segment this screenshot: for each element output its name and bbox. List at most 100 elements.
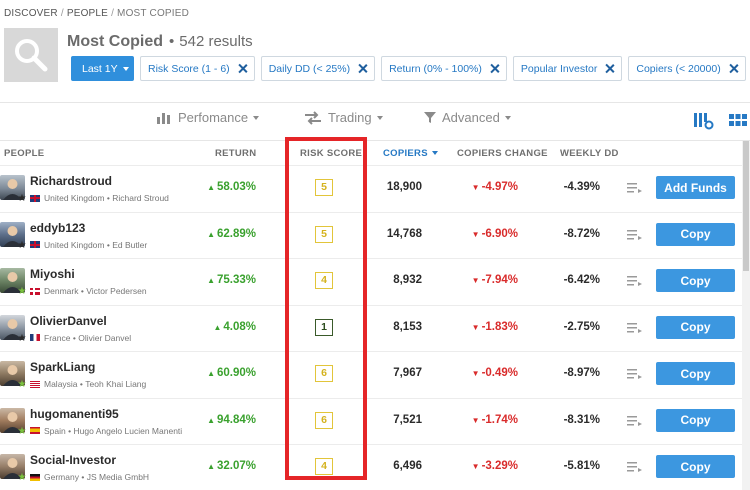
country-flag-icon bbox=[30, 241, 40, 248]
scrollbar[interactable] bbox=[742, 141, 750, 490]
col-return[interactable]: RETURN bbox=[215, 148, 256, 159]
table-row[interactable]: ★ Miyoshi Denmark • Victor Pedersen ▲ 75.… bbox=[0, 258, 742, 305]
close-icon[interactable] bbox=[605, 64, 614, 73]
filter-chip-daily-dd[interactable]: Daily DD (< 25%) bbox=[260, 56, 376, 81]
country: United Kingdom bbox=[44, 193, 105, 203]
breadcrumb-discover[interactable]: DISCOVER bbox=[4, 8, 58, 19]
tab-trading[interactable]: Trading bbox=[304, 110, 383, 125]
arrow-down-icon: ▼ bbox=[471, 369, 480, 378]
country-flag-icon bbox=[30, 287, 40, 295]
username[interactable]: Richardstroud bbox=[30, 174, 112, 188]
breadcrumb: DISCOVER / PEOPLE / MOST COPIED bbox=[4, 8, 190, 19]
tab-performance[interactable]: Perfomance bbox=[156, 110, 260, 125]
star-badge-icon: ★ bbox=[17, 379, 27, 390]
username[interactable]: OlivierDanvel bbox=[30, 314, 107, 328]
arrow-up-icon: ▲ bbox=[207, 183, 215, 192]
close-icon[interactable] bbox=[238, 64, 247, 73]
more-options-icon[interactable] bbox=[627, 461, 643, 473]
weekly-dd-value: -2.75% bbox=[563, 320, 600, 333]
arrow-down-icon: ▼ bbox=[471, 183, 480, 192]
search-icon bbox=[15, 39, 48, 72]
separator-dot: • bbox=[72, 332, 76, 343]
copy-button[interactable]: Copy bbox=[656, 362, 735, 385]
separator-dot: • bbox=[68, 425, 72, 436]
filter-chip-popular-investor[interactable]: Popular Investor bbox=[512, 56, 623, 81]
username[interactable]: Social-Investor bbox=[30, 453, 116, 467]
more-options-icon[interactable] bbox=[627, 182, 643, 194]
risk-score-highlight-box bbox=[285, 137, 367, 480]
user-subtitle: Spain • Hugo Angelo Lucien Manenti bbox=[30, 426, 182, 436]
copy-button[interactable]: Copy bbox=[656, 315, 735, 339]
copiers-value: 8,153 bbox=[393, 320, 422, 333]
filter-chip-risk-score[interactable]: Risk Score (1 - 6) bbox=[140, 56, 255, 81]
period-dropdown[interactable]: Last 1Y bbox=[71, 56, 134, 81]
table-row[interactable]: ★ hugomanenti95 Spain • Hugo Angelo Luci… bbox=[0, 397, 742, 445]
close-icon[interactable] bbox=[358, 64, 367, 73]
weekly-dd-value: -6.42% bbox=[563, 274, 600, 286]
copiers-change-value: ▼ -1.83% bbox=[471, 320, 518, 333]
username[interactable]: eddyb123 bbox=[30, 221, 85, 235]
arrow-down-icon: ▼ bbox=[471, 462, 480, 471]
copy-button[interactable]: Copy bbox=[656, 455, 735, 478]
close-icon[interactable] bbox=[729, 64, 738, 73]
results-count: • 542 results bbox=[169, 33, 253, 50]
scrollbar-thumb[interactable] bbox=[743, 141, 749, 271]
filter-funnel-icon bbox=[424, 112, 436, 123]
list-settings-icon[interactable] bbox=[694, 112, 714, 130]
table-row[interactable]: ★ OlivierDanvel France • Olivier Danvel … bbox=[0, 304, 742, 352]
table-header: PEOPLE RETURN RISK SCORE COPIERS COPIERS… bbox=[0, 141, 750, 165]
close-icon[interactable] bbox=[490, 64, 499, 73]
copy-button[interactable]: Copy bbox=[656, 408, 735, 432]
country-flag-icon bbox=[30, 334, 40, 341]
username[interactable]: hugomanenti95 bbox=[30, 407, 119, 421]
more-options-icon[interactable] bbox=[627, 415, 643, 427]
more-options-icon[interactable] bbox=[627, 368, 643, 380]
country-flag-icon bbox=[30, 380, 40, 388]
arrow-down-icon: ▼ bbox=[471, 322, 480, 332]
breadcrumb-people[interactable]: PEOPLE bbox=[67, 8, 108, 19]
copiers-value: 18,900 bbox=[386, 181, 422, 193]
full-name: Teoh Khai Liang bbox=[85, 379, 147, 389]
country: France bbox=[44, 332, 71, 343]
table-row[interactable]: ★ Richardstroud United Kingdom • Richard… bbox=[0, 165, 742, 212]
grid-view-icon[interactable] bbox=[729, 112, 747, 128]
page-title: Most Copied bbox=[67, 33, 163, 50]
copiers-value: 7,967 bbox=[393, 367, 422, 379]
arrow-down-icon: ▼ bbox=[471, 276, 480, 285]
copy-button[interactable]: Copy bbox=[656, 269, 735, 292]
country-flag-icon bbox=[30, 194, 40, 202]
col-people[interactable]: PEOPLE bbox=[4, 148, 44, 159]
username[interactable]: SparkLiang bbox=[30, 360, 95, 374]
more-options-icon[interactable] bbox=[627, 322, 643, 334]
separator-dot: • bbox=[80, 286, 84, 296]
filter-chip-return[interactable]: Return (0% - 100%) bbox=[381, 56, 507, 81]
copiers-value: 6,496 bbox=[393, 460, 422, 472]
col-copiers-change[interactable]: COPIERS CHANGE bbox=[457, 148, 548, 159]
return-value: ▲ 94.84% bbox=[207, 413, 256, 426]
sort-desc-icon bbox=[431, 151, 438, 156]
table-row[interactable]: ★ Social-Investor Germany • JS Media Gmb… bbox=[0, 444, 742, 490]
country: United Kingdom bbox=[44, 239, 105, 250]
more-options-icon[interactable] bbox=[627, 229, 643, 241]
separator-dot: • bbox=[106, 193, 110, 203]
separator-dot: • bbox=[81, 472, 85, 482]
user-subtitle: Denmark • Victor Pedersen bbox=[30, 286, 147, 296]
user-subtitle: United Kingdom • Richard Stroud bbox=[30, 193, 169, 203]
copiers-value: 8,932 bbox=[393, 274, 422, 286]
weekly-dd-value: -4.39% bbox=[563, 181, 600, 193]
table-row[interactable]: ★ eddyb123 United Kingdom • Ed Butler ▲ 6… bbox=[0, 211, 742, 259]
username[interactable]: Miyoshi bbox=[30, 267, 75, 281]
title-row: Most Copied • 542 results bbox=[67, 33, 253, 51]
more-options-icon[interactable] bbox=[627, 275, 643, 287]
country-flag-icon bbox=[30, 427, 40, 434]
add-funds-button[interactable]: Add Funds bbox=[656, 176, 735, 199]
filter-chip-copiers[interactable]: Copiers (< 20000) bbox=[628, 56, 746, 81]
copy-button[interactable]: Copy bbox=[656, 222, 735, 246]
col-weekly-dd[interactable]: WEEKLY DD bbox=[560, 148, 619, 159]
tab-bar: Perfomance Trading Advanced bbox=[0, 110, 750, 134]
tab-advanced[interactable]: Advanced bbox=[424, 110, 511, 125]
table-row[interactable]: ★ SparkLiang Malaysia • Teoh Khai Liang … bbox=[0, 351, 742, 398]
copiers-change-value: ▼ -4.97% bbox=[471, 181, 518, 193]
search-tile[interactable] bbox=[4, 28, 58, 82]
col-copiers[interactable]: COPIERS bbox=[383, 148, 438, 159]
